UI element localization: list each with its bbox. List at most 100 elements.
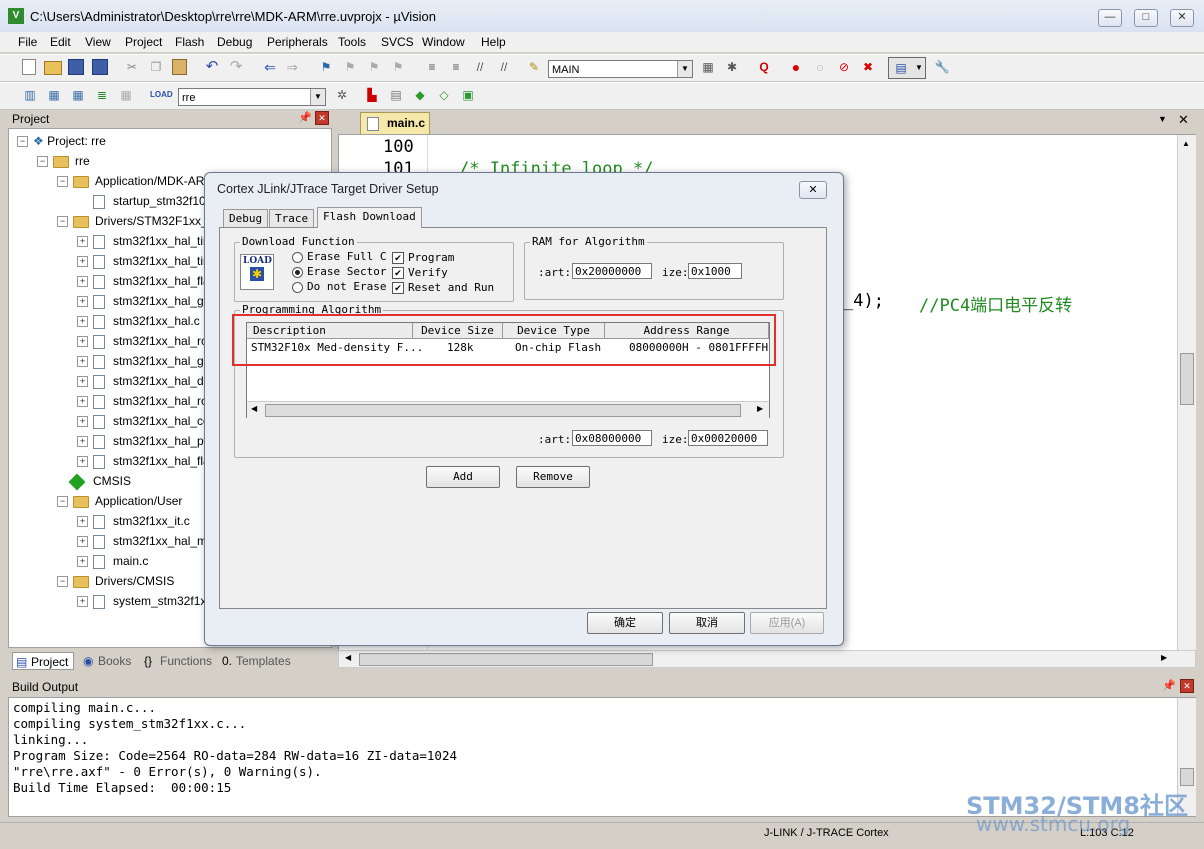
tree-node-file[interactable]: + stm32f1xx_hal_tim.c [73, 231, 222, 251]
collapse-icon[interactable]: − [37, 156, 48, 167]
expand-icon[interactable]: + [77, 276, 88, 287]
clear-bookmarks-icon[interactable]: ⚑ [390, 59, 406, 75]
tree-node-group[interactable]: − Application/MDK-ARM [53, 171, 214, 191]
expand-icon[interactable]: + [77, 316, 88, 327]
tree-node-cmsis[interactable]: CMSIS [53, 471, 131, 491]
disable-all-breakpoints-icon[interactable]: ⊘ [836, 59, 852, 75]
do-not-erase-radio[interactable] [292, 282, 303, 293]
menu-file[interactable]: File [18, 35, 37, 49]
expand-icon[interactable]: + [77, 256, 88, 267]
run-time-env-icon[interactable]: ▣ [460, 87, 476, 103]
scroll-thumb[interactable] [1180, 768, 1194, 786]
scroll-thumb[interactable] [1180, 353, 1194, 405]
manage-project-icon[interactable]: ▙ [364, 87, 380, 103]
collapse-icon[interactable]: − [57, 176, 68, 187]
tab-debug[interactable]: Debug [223, 209, 269, 228]
undo-icon[interactable]: ↶ [204, 59, 220, 75]
open-folder-icon[interactable] [44, 61, 62, 75]
debug-session-icon[interactable]: Q [756, 59, 772, 75]
build-icon[interactable]: ▦ [46, 87, 62, 103]
expand-icon[interactable]: + [77, 236, 88, 247]
tree-node-file[interactable]: + stm32f1xx_hal_rcc.c [73, 331, 222, 351]
apply-button[interactable]: 应用(A) [750, 612, 824, 634]
pin-icon[interactable]: 📌 [298, 111, 312, 124]
batch-build-icon[interactable]: ≣ [94, 87, 110, 103]
chevron-down-icon[interactable]: ▼ [677, 61, 692, 77]
project-target-combo[interactable]: rre ▼ [178, 88, 326, 106]
uncomment-icon[interactable]: // [496, 59, 512, 75]
kill-breakpoints-icon[interactable]: ✖ [860, 59, 876, 75]
close-button[interactable]: ✕ [1170, 9, 1194, 27]
expand-icon[interactable]: + [77, 556, 88, 567]
close-tab-icon[interactable]: ✕ [1178, 112, 1189, 128]
stop-build-icon[interactable]: ▦ [118, 87, 134, 103]
tab-main-c[interactable]: main.c [360, 112, 430, 134]
scroll-right-icon[interactable]: ▶ [1161, 653, 1167, 662]
paste-icon[interactable] [172, 59, 187, 75]
flash-size-input[interactable]: 0x00020000 [688, 430, 768, 446]
tree-node-file[interactable]: + stm32f1xx_hal_pwr.c [73, 431, 225, 451]
tab-functions[interactable]: {} Functions [142, 652, 212, 670]
menu-debug[interactable]: Debug [217, 35, 252, 49]
maximize-button[interactable]: □ [1134, 9, 1158, 27]
tab-books[interactable]: ◉ Books [80, 652, 131, 670]
ram-start-input[interactable]: 0x20000000 [572, 263, 652, 279]
menu-edit[interactable]: Edit [50, 35, 71, 49]
verify-checkbox[interactable]: ✔ [392, 267, 404, 279]
expand-icon[interactable]: + [77, 456, 88, 467]
redo-icon[interactable]: ↷ [228, 59, 244, 75]
menu-project[interactable]: Project [125, 35, 162, 49]
expand-icon[interactable]: + [77, 396, 88, 407]
chevron-down-icon[interactable]: ▼ [1158, 114, 1167, 124]
expand-icon[interactable]: + [77, 596, 88, 607]
erase-full-chip-radio[interactable] [292, 252, 303, 263]
dialog-close-button[interactable]: ✕ [799, 181, 827, 199]
menu-help[interactable]: Help [481, 35, 506, 49]
target-combo[interactable]: MAIN ▼ [548, 60, 693, 78]
list-horizontal-scrollbar[interactable]: ◀ ▶ [247, 401, 769, 418]
save-icon[interactable] [68, 59, 84, 75]
expand-icon[interactable]: + [77, 536, 88, 547]
tab-trace[interactable]: Trace [269, 209, 315, 228]
copy-icon[interactable]: ❐ [148, 59, 164, 75]
chevron-down-icon[interactable]: ▼ [310, 89, 325, 105]
save-all-icon[interactable] [92, 59, 108, 75]
menu-window[interactable]: Window [422, 35, 465, 49]
scroll-left-icon[interactable]: ◀ [251, 404, 257, 413]
expand-icon[interactable]: + [77, 336, 88, 347]
prev-bookmark-icon[interactable]: ⚑ [342, 59, 358, 75]
nav-back-icon[interactable]: ⇐ [262, 59, 278, 75]
select-packs-icon[interactable]: ▤ [388, 87, 404, 103]
scroll-thumb[interactable] [265, 404, 741, 417]
cancel-button[interactable]: 取消 [669, 612, 745, 634]
scroll-right-icon[interactable]: ▶ [757, 404, 763, 413]
menu-tools[interactable]: Tools [338, 35, 366, 49]
tree-node-project[interactable]: − ❖ Project: rre [13, 131, 106, 151]
minimize-button[interactable]: — [1098, 9, 1122, 27]
pack-installer-icon[interactable]: ◇ [436, 87, 452, 103]
incremental-find-icon[interactable]: ✱ [724, 59, 740, 75]
expand-icon[interactable]: + [77, 516, 88, 527]
manage-rte-icon[interactable]: ◆ [412, 87, 428, 103]
horizontal-scrollbar[interactable]: ◀ ▶ [338, 650, 1196, 668]
scroll-up-icon[interactable]: ▲ [1182, 139, 1190, 148]
collapse-icon[interactable]: − [17, 136, 28, 147]
erase-sector-radio[interactable] [292, 267, 303, 278]
remove-button[interactable]: Remove [516, 466, 590, 488]
cut-icon[interactable]: ✂ [124, 59, 140, 75]
scroll-thumb[interactable] [359, 653, 653, 666]
menu-svcs[interactable]: SVCS [381, 35, 414, 49]
program-checkbox[interactable]: ✔ [392, 252, 404, 264]
tree-node-file[interactable]: + stm32f1xx_it.c [73, 511, 190, 531]
translate-icon[interactable]: ▥ [22, 87, 38, 103]
configure-icon[interactable]: 🔧 [934, 59, 950, 75]
tree-node-file[interactable]: + main.c [73, 551, 148, 571]
download-icon[interactable]: LOAD [150, 87, 173, 103]
next-bookmark-icon[interactable]: ⚑ [366, 59, 382, 75]
rebuild-icon[interactable]: ▦ [70, 87, 86, 103]
target-options-icon[interactable]: ✲ [334, 87, 350, 103]
disable-breakpoint-icon[interactable]: ○ [812, 59, 828, 75]
new-file-icon[interactable] [22, 59, 36, 75]
close-pane-icon[interactable]: ✕ [315, 111, 329, 125]
expand-icon[interactable]: + [77, 356, 88, 367]
